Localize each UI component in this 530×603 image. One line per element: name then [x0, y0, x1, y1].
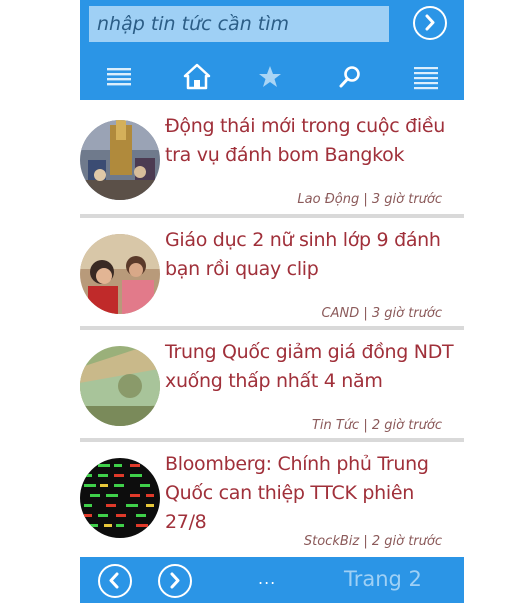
divider [80, 326, 464, 330]
article-thumbnail [80, 458, 160, 538]
article-title[interactable]: Trung Quốc giảm giá đồng NDT xuống thấp … [165, 338, 461, 396]
divider [80, 438, 464, 442]
more-options-button[interactable]: ... [258, 569, 276, 588]
news-app: nhập tin tức cần tìm Động thái mới trong… [80, 0, 464, 603]
previous-page-button[interactable] [98, 564, 132, 598]
list-icon[interactable] [412, 62, 442, 92]
article-meta: Lao Động | 3 giờ trước [297, 192, 442, 207]
article-thumbnail [80, 234, 160, 314]
article-title[interactable]: Bloomberg: Chính phủ Trung Quốc can thiệ… [165, 450, 461, 537]
article-thumbnail [80, 120, 160, 200]
page-indicator: Trang 2 [344, 567, 422, 591]
article-meta: Tin Tức | 2 giờ trước [311, 418, 442, 433]
article-thumbnail [80, 346, 160, 426]
star-icon[interactable] [255, 62, 285, 92]
list-item[interactable]: Động thái mới trong cuộc điều tra vụ đán… [80, 106, 464, 216]
search-input[interactable]: nhập tin tức cần tìm [89, 6, 389, 42]
home-icon[interactable] [182, 62, 212, 92]
chevron-left-icon [109, 572, 119, 589]
app-footer: ... Trang 2 [80, 557, 464, 603]
app-header: nhập tin tức cần tìm [80, 0, 464, 100]
article-title[interactable]: Giáo dục 2 nữ sinh lớp 9 đánh bạn rồi qu… [165, 226, 461, 284]
chevron-right-icon [425, 14, 435, 31]
article-meta: CAND | 3 giờ trước [321, 306, 443, 321]
search-icon[interactable] [335, 62, 365, 92]
list-item[interactable]: Trung Quốc giảm giá đồng NDT xuống thấp … [80, 332, 464, 442]
article-meta: StockBiz | 2 giờ trước [303, 534, 442, 549]
list-item[interactable]: Bloomberg: Chính phủ Trung Quốc can thiệ… [80, 444, 464, 554]
article-title[interactable]: Động thái mới trong cuộc điều tra vụ đán… [165, 112, 461, 170]
divider [80, 214, 464, 218]
search-go-button[interactable] [413, 6, 447, 40]
next-page-button[interactable] [158, 564, 192, 598]
list-item[interactable]: Giáo dục 2 nữ sinh lớp 9 đánh bạn rồi qu… [80, 220, 464, 330]
menu-icon[interactable] [105, 62, 135, 92]
chevron-right-icon [170, 572, 180, 589]
